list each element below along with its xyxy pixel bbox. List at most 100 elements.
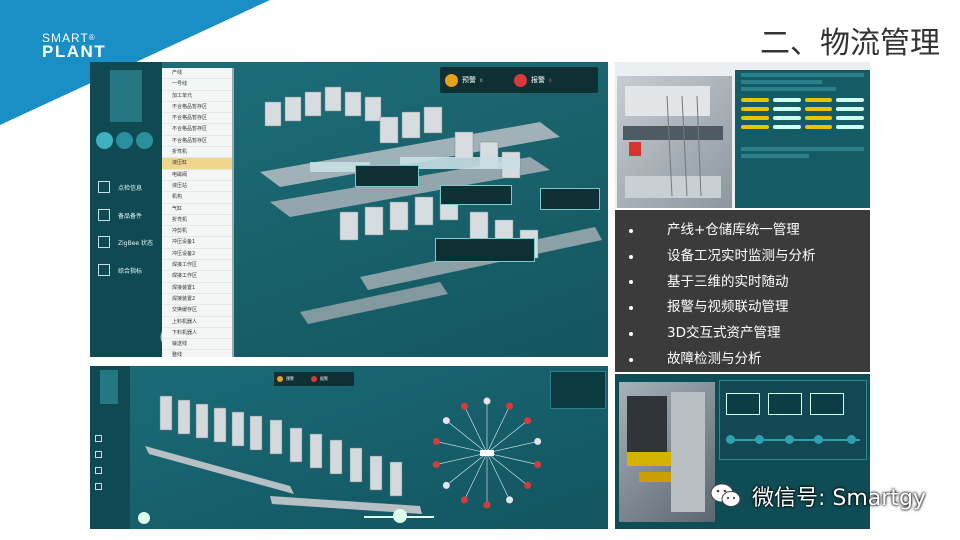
network-topology-graph[interactable] bbox=[420, 378, 560, 518]
alarm-summary: 预警 0 报警 0 bbox=[440, 67, 598, 93]
nav-item-indicators[interactable]: 综合指标 bbox=[98, 260, 158, 280]
zigbee-node[interactable] bbox=[483, 501, 491, 509]
nav-item-spares[interactable]: 备品备件 bbox=[98, 205, 158, 225]
warning-label: 预警 bbox=[462, 76, 476, 84]
nav-item[interactable] bbox=[95, 448, 129, 460]
tree-item[interactable]: 焊接装置2 bbox=[162, 294, 232, 306]
minimap[interactable] bbox=[550, 371, 606, 409]
tree-item[interactable]: 折弯机 bbox=[162, 147, 232, 159]
nav-item-label: 点检信息 bbox=[118, 184, 143, 192]
tree-item[interactable]: 下料机器人 bbox=[162, 328, 232, 340]
warehouse-render bbox=[627, 392, 705, 512]
tree-item[interactable]: 液压站 bbox=[162, 181, 232, 193]
zigbee-node[interactable] bbox=[506, 402, 514, 410]
zigbee-node[interactable] bbox=[524, 417, 532, 425]
tree-item[interactable]: 不合格品暂存区 bbox=[162, 124, 232, 136]
tree-item[interactable]: 焊接装置1 bbox=[162, 283, 232, 294]
tree-item[interactable]: 不合格品暂存区 bbox=[162, 136, 232, 148]
tree-item[interactable]: 折弯机 bbox=[162, 215, 232, 227]
machine-info-panel bbox=[735, 70, 870, 208]
zigbee-node[interactable] bbox=[534, 461, 542, 469]
zigbee-node[interactable] bbox=[432, 461, 440, 469]
device-tooltip[interactable] bbox=[355, 165, 419, 187]
alarm-icon bbox=[514, 73, 527, 87]
nav-item-zigbee[interactable]: ZigBee 状态 bbox=[98, 232, 158, 252]
grid-icon bbox=[98, 209, 110, 221]
production-line-render[interactable] bbox=[140, 376, 440, 526]
feature-list: 产线+仓储库统一管理 设备工况实时监测与分析 基于三维的实时随动 报警与视频联动… bbox=[615, 210, 870, 372]
warning-count: 0 bbox=[480, 77, 483, 83]
task-card[interactable] bbox=[726, 393, 760, 415]
tree-item[interactable]: 输送线 bbox=[162, 339, 232, 351]
nav-item-inspection[interactable]: 点检信息 bbox=[98, 177, 158, 197]
feature-item: 报警与视频联动管理 bbox=[629, 295, 870, 321]
zigbee-node[interactable] bbox=[460, 402, 468, 410]
tree-item[interactable]: 上料机器人 bbox=[162, 317, 232, 328]
tree-item[interactable]: 焊接工作区 bbox=[162, 271, 232, 283]
zigbee-node[interactable] bbox=[524, 481, 532, 489]
tree-item[interactable]: 冲剪机 bbox=[162, 226, 232, 238]
machine-render bbox=[623, 86, 723, 198]
tree-item[interactable]: 液压缸 bbox=[162, 158, 232, 170]
nav-item[interactable] bbox=[95, 480, 129, 492]
device-tooltip[interactable] bbox=[540, 188, 600, 210]
task-card[interactable] bbox=[768, 393, 802, 415]
smartplant-logo: SMART® PLANT bbox=[42, 31, 107, 61]
device-tooltip[interactable] bbox=[440, 185, 512, 205]
nav-item-label: ZigBee 状态 bbox=[118, 239, 153, 247]
warning-icon bbox=[445, 73, 458, 87]
chip-button[interactable] bbox=[96, 132, 113, 149]
chart-icon bbox=[98, 264, 110, 276]
zigbee-node[interactable] bbox=[483, 397, 491, 405]
chip-button[interactable] bbox=[116, 132, 133, 149]
feature-item: 设备工况实时监测与分析 bbox=[629, 244, 870, 270]
tree-item[interactable]: 机构 bbox=[162, 192, 232, 204]
side-nav: 点检信息 备品备件 ZigBee 状态 综合指标 bbox=[90, 62, 186, 357]
alarm-label: 报警 bbox=[531, 76, 545, 84]
zigbee-node[interactable] bbox=[534, 437, 542, 445]
tree-item[interactable]: 交换缓存区 bbox=[162, 305, 232, 317]
zigbee-node[interactable] bbox=[442, 481, 450, 489]
gateway-icon bbox=[480, 450, 494, 456]
feature-item: 故障检测与分析 bbox=[629, 347, 870, 372]
tree-item[interactable]: 一号线 bbox=[162, 79, 232, 91]
zigbee-node[interactable] bbox=[506, 496, 514, 504]
signal-icon bbox=[95, 466, 102, 474]
nav-item-label: 备品备件 bbox=[118, 212, 143, 220]
zigbee-node[interactable] bbox=[442, 417, 450, 425]
task-card[interactable] bbox=[810, 393, 844, 415]
nav-item[interactable] bbox=[95, 432, 129, 444]
wechat-id-text: 微信号: Smartgy bbox=[752, 486, 926, 511]
chip-button[interactable] bbox=[136, 132, 153, 149]
tree-item[interactable]: 焊接工作区 bbox=[162, 260, 232, 272]
cube-logo-icon bbox=[100, 370, 118, 404]
monitor-icon bbox=[95, 434, 102, 442]
tree-item[interactable]: 不合格品暂存区 bbox=[162, 102, 232, 114]
machine-detail-screenshot bbox=[615, 62, 870, 208]
nav-item[interactable] bbox=[95, 464, 129, 476]
device-tooltip[interactable] bbox=[435, 238, 535, 262]
zigbee-node[interactable] bbox=[460, 496, 468, 504]
feature-item: 3D交互式资产管理 bbox=[629, 321, 870, 347]
wechat-watermark: 微信号: Smartgy bbox=[710, 478, 926, 514]
tree-item[interactable]: 整线 bbox=[162, 350, 232, 357]
warehouse-3d-view[interactable] bbox=[619, 382, 715, 522]
tree-item[interactable]: 加工单元 bbox=[162, 91, 232, 102]
factory-3d-scene[interactable]: 预警 0 报警 0 bbox=[240, 62, 608, 357]
time-slider[interactable] bbox=[364, 516, 434, 518]
wechat-icon bbox=[710, 483, 741, 507]
tree-item[interactable]: 气缸 bbox=[162, 204, 232, 215]
signal-icon bbox=[98, 236, 110, 248]
tree-item[interactable]: 冲压设备1 bbox=[162, 237, 232, 249]
zigbee-node[interactable] bbox=[432, 437, 440, 445]
tree-item[interactable]: 冲压设备2 bbox=[162, 249, 232, 261]
feature-list-panel: 产线+仓储库统一管理 设备工况实时监测与分析 基于三维的实时随动 报警与视频联动… bbox=[615, 210, 870, 372]
tree-item[interactable]: 电磁阀 bbox=[162, 170, 232, 181]
slide-title: 二、物流管理 bbox=[760, 26, 940, 61]
monitor-icon bbox=[98, 181, 110, 193]
tree-item[interactable]: 产线 bbox=[162, 68, 232, 80]
cube-logo-icon bbox=[110, 70, 142, 122]
machine-3d-view[interactable] bbox=[617, 76, 732, 208]
production-line-screenshot: 预警 报警 bbox=[90, 366, 608, 529]
tree-item[interactable]: 不合格品暂存区 bbox=[162, 113, 232, 125]
